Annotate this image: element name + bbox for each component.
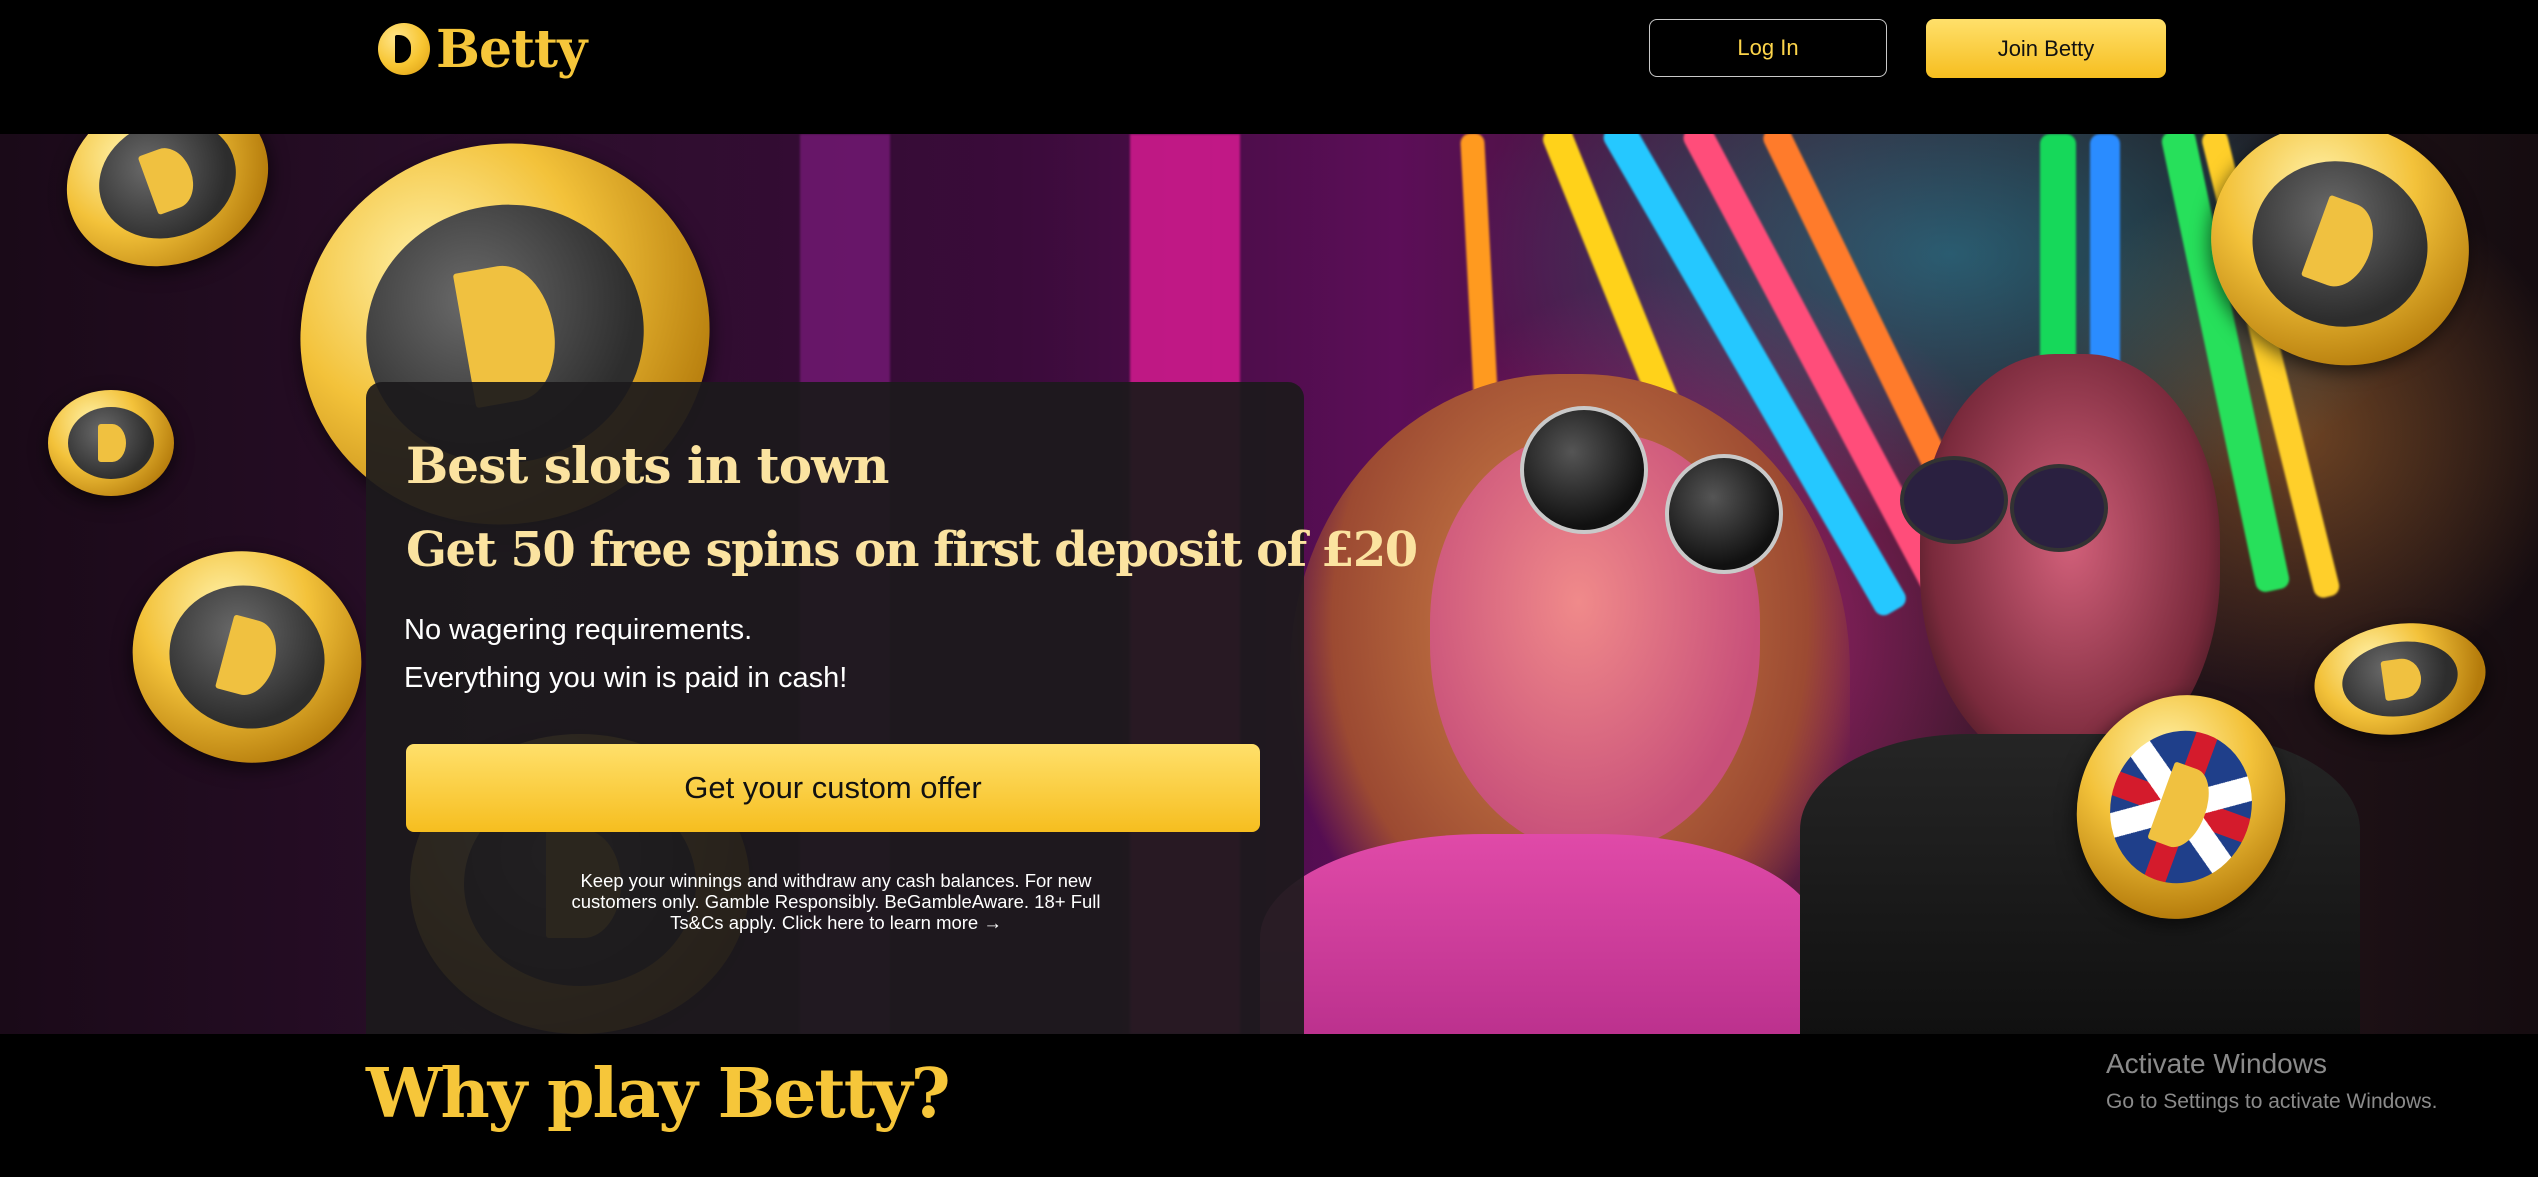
logo-text: Betty: [436, 18, 587, 80]
why-section: Why play Betty? Activate Windows Go to S…: [0, 1034, 2538, 1177]
sunglasses-lens: [1900, 456, 2008, 544]
custom-offer-button[interactable]: Get your custom offer: [406, 744, 1260, 832]
offer-line-cash: Everything you win is paid in cash!: [404, 662, 848, 694]
offer-card: Best slots in town Get 50 free spins on …: [366, 382, 1418, 1034]
offer-title: Best slots in town: [406, 436, 889, 495]
login-button[interactable]: Log In: [1649, 19, 1887, 77]
hero-banner: Best slots in town Get 50 free spins on …: [0, 134, 2538, 1034]
terms-learn-more-link[interactable]: Click here to learn more →: [782, 912, 1002, 933]
sunglasses-lens: [2010, 464, 2108, 552]
hero-photo-woman-body: [1260, 834, 1820, 1034]
join-button[interactable]: Join Betty: [1926, 19, 2166, 78]
offer-subtitle: Get 50 free spins on first deposit of £2…: [406, 522, 1418, 578]
gold-coin-icon: [42, 134, 293, 294]
offer-line-wagering: No wagering requirements.: [404, 614, 753, 646]
gold-coin-icon: [108, 525, 386, 789]
gold-coin-icon: [48, 390, 174, 496]
why-play-heading: Why play Betty?: [366, 1054, 951, 1134]
betty-logo[interactable]: Betty: [378, 18, 587, 80]
terms-text: Keep your winnings and withdraw any cash…: [556, 870, 1116, 933]
gold-coin-icon: [2307, 612, 2493, 746]
activate-windows-title: Activate Windows: [2106, 1048, 2327, 1079]
activate-windows-subtitle: Go to Settings to activate Windows.: [2106, 1090, 2438, 1113]
betty-logo-icon: [378, 23, 430, 75]
site-header: Betty Log In Join Betty: [0, 0, 2538, 134]
sunglasses-lens: [1520, 406, 1648, 534]
sunglasses-lens: [1665, 454, 1783, 574]
